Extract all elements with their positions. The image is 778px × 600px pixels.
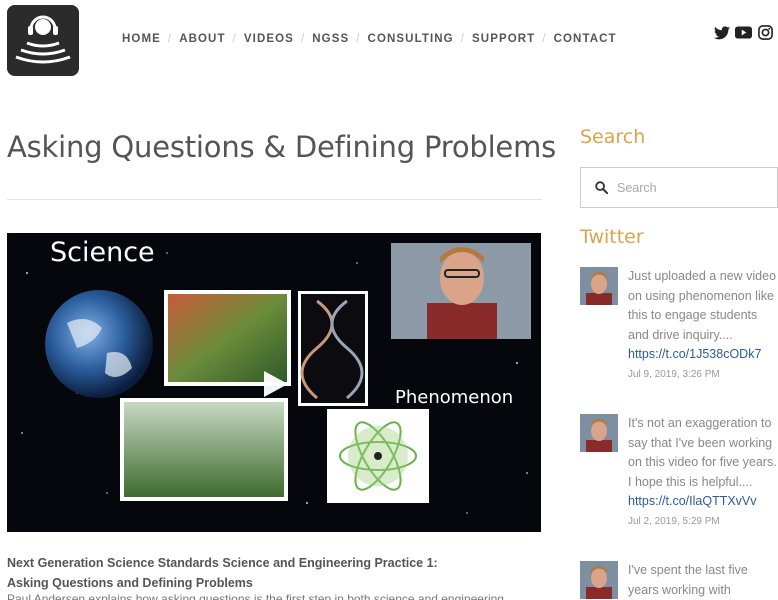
nav-consulting[interactable]: CONSULTING xyxy=(368,33,454,45)
social-links xyxy=(713,24,774,41)
title-divider xyxy=(7,199,542,200)
avatar[interactable] xyxy=(580,267,618,305)
description-title: Next Generation Science Standards Scienc… xyxy=(7,553,537,593)
play-icon[interactable] xyxy=(260,369,290,399)
nav-home[interactable]: HOME xyxy=(122,33,161,45)
description-title-line2: Asking Questions and Defining Problems xyxy=(7,576,253,590)
nav-separator: / xyxy=(300,33,306,45)
twitter-heading: Twitter xyxy=(580,226,644,248)
tweet-text: It's not an exaggeration to say that I'v… xyxy=(628,416,777,489)
avatar[interactable] xyxy=(580,561,618,599)
nav-videos[interactable]: VIDEOS xyxy=(244,33,294,45)
search-input[interactable] xyxy=(617,180,767,195)
search-heading: Search xyxy=(580,126,646,148)
video-overlay-title: Science xyxy=(50,237,155,268)
site-logo[interactable] xyxy=(7,5,79,76)
nav-separator: / xyxy=(542,33,547,45)
nav-separator: / xyxy=(232,33,237,45)
description-body: Paul Andersen explains how asking questi… xyxy=(7,592,508,600)
nav-ngss[interactable]: NGSS xyxy=(312,33,349,45)
instagram-icon[interactable] xyxy=(757,24,774,41)
tweet-text: Just uploaded a new video on using pheno… xyxy=(628,269,777,342)
nav-separator: / xyxy=(167,33,173,45)
tweet-link[interactable]: https://t.co/1J538cODk7 xyxy=(628,345,778,365)
tweet-text: I've spent the last five years working w… xyxy=(628,563,748,597)
youtube-icon[interactable] xyxy=(735,24,752,41)
nav-contact[interactable]: CONTACT xyxy=(554,33,617,45)
avatar[interactable] xyxy=(580,414,618,452)
nav-separator: / xyxy=(460,33,466,45)
video-player[interactable]: Science Phenomenon xyxy=(7,233,541,532)
nav-about[interactable]: ABOUT xyxy=(179,33,225,45)
search-icon xyxy=(595,181,608,194)
tweet-date[interactable]: Jul 9, 2019, 3:26 PM xyxy=(628,369,778,380)
tweet-link[interactable]: https://t.co/IlaQTTXvVv xyxy=(628,492,778,512)
nav-separator: / xyxy=(356,33,361,45)
description-title-line1: Next Generation Science Standards Scienc… xyxy=(7,556,438,570)
tweet-date[interactable]: Jul 2, 2019, 5:29 PM xyxy=(628,516,778,527)
main-nav: HOME / ABOUT / VIDEOS / NGSS / CONSULTIN… xyxy=(122,33,617,45)
search-box xyxy=(580,167,778,208)
twitter-icon[interactable] xyxy=(713,24,730,41)
page-title: Asking Questions & Defining Problems xyxy=(7,130,557,164)
nav-support[interactable]: SUPPORT xyxy=(472,33,535,45)
video-overlay-label: Phenomenon xyxy=(395,387,514,408)
